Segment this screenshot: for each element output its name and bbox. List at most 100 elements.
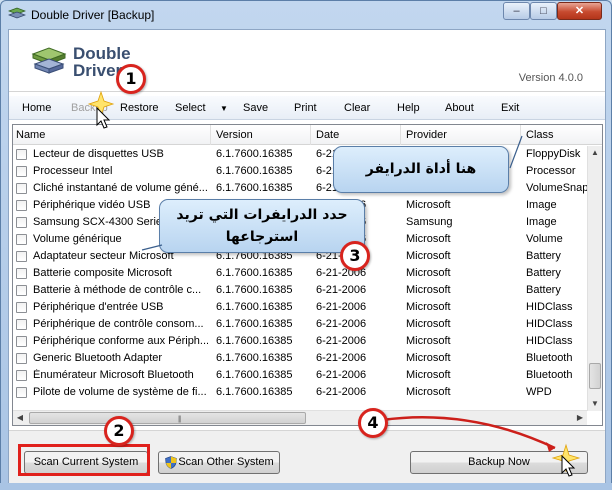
- scroll-right-icon[interactable]: ▶: [573, 411, 587, 425]
- logo-icon: [31, 47, 67, 74]
- row-checkbox[interactable]: [16, 200, 27, 211]
- backup-now-button[interactable]: Backup Now: [410, 451, 588, 474]
- table-row[interactable]: Énumérateur Microsoft Bluetooth 6.1.7600.…: [13, 367, 587, 384]
- callout-select-line2: استرجاعها: [225, 229, 299, 245]
- table-row[interactable]: Batterie composite Microsoft 6.1.7600.163…: [13, 265, 587, 282]
- cell-date: 6-21-2006: [316, 301, 367, 313]
- cell-version: 6.1.7600.16385: [216, 369, 293, 381]
- cell-date: 6-21-2006: [316, 369, 367, 381]
- row-checkbox[interactable]: [16, 302, 27, 313]
- scan-other-system-button[interactable]: Scan Other System: [158, 451, 280, 474]
- cell-provider: Microsoft: [406, 301, 451, 313]
- menu-print[interactable]: Print: [294, 102, 317, 114]
- menu-backup[interactable]: Backup: [71, 102, 108, 114]
- column-divider[interactable]: [310, 125, 311, 145]
- cell-date: 6-21-2006: [316, 352, 367, 364]
- cell-class: Image: [526, 199, 557, 211]
- row-checkbox[interactable]: [16, 251, 27, 262]
- scroll-up-icon[interactable]: ▲: [588, 146, 602, 160]
- row-checkbox[interactable]: [16, 370, 27, 381]
- row-checkbox[interactable]: [16, 336, 27, 347]
- cell-class: VolumeSnapshot: [526, 182, 588, 194]
- table-row[interactable]: Pilote de volume de système de fi... 6.1.…: [13, 384, 587, 401]
- column-divider[interactable]: [520, 125, 521, 145]
- minimize-button[interactable]: –: [503, 2, 530, 20]
- version-label: Version 4.0.0: [518, 72, 583, 84]
- menu-select[interactable]: Select: [175, 102, 206, 114]
- row-checkbox[interactable]: [16, 149, 27, 160]
- column-header-name[interactable]: Name: [16, 129, 45, 141]
- menu-bar: Home Backup Restore Select ▼ Save Print …: [9, 96, 605, 120]
- cell-provider: Microsoft: [406, 199, 451, 211]
- select-dropdown-icon[interactable]: ▼: [220, 104, 228, 113]
- column-header-date[interactable]: Date: [316, 129, 339, 141]
- horizontal-scrollbar[interactable]: ◀ ||| ▶: [13, 410, 587, 425]
- menu-save[interactable]: Save: [243, 102, 268, 114]
- menu-restore[interactable]: Restore: [120, 102, 159, 114]
- cell-name: Énumérateur Microsoft Bluetooth: [33, 369, 194, 381]
- row-checkbox[interactable]: [16, 234, 27, 245]
- row-checkbox[interactable]: [16, 353, 27, 364]
- scroll-down-icon[interactable]: ▼: [588, 397, 602, 411]
- row-checkbox[interactable]: [16, 166, 27, 177]
- step-2-badge: 2: [104, 416, 134, 446]
- cell-name: Périphérique conforme aux Périph...: [33, 335, 208, 347]
- column-divider[interactable]: [400, 125, 401, 145]
- cell-name: Périphérique d'entrée USB: [33, 301, 164, 313]
- row-checkbox[interactable]: [16, 387, 27, 398]
- scroll-left-icon[interactable]: ◀: [13, 411, 27, 425]
- table-row[interactable]: Périphérique conforme aux Périph... 6.1.7…: [13, 333, 587, 350]
- table-row[interactable]: Périphérique de contrôle consom... 6.1.76…: [13, 316, 587, 333]
- menu-clear[interactable]: Clear: [344, 102, 370, 114]
- row-checkbox[interactable]: [16, 183, 27, 194]
- cell-provider: Microsoft: [406, 284, 451, 296]
- cell-class: HIDClass: [526, 318, 573, 330]
- vertical-scroll-thumb[interactable]: [589, 363, 601, 389]
- menu-home[interactable]: Home: [22, 102, 51, 114]
- close-button[interactable]: ✕: [557, 2, 602, 20]
- vertical-scrollbar[interactable]: ▲ ▼: [587, 146, 602, 411]
- app-icon: [8, 7, 26, 19]
- table-row[interactable]: Périphérique d'entrée USB 6.1.7600.16385 6…: [13, 299, 587, 316]
- cell-name: Batterie composite Microsoft: [33, 267, 172, 279]
- driver-list[interactable]: Name Version Date Provider Class Lecteur…: [12, 124, 603, 426]
- menu-help[interactable]: Help: [397, 102, 420, 114]
- cell-name: Processeur Intel: [33, 165, 113, 177]
- cell-class: WPD: [526, 386, 552, 398]
- table-row[interactable]: Generic Bluetooth Adapter 6.1.7600.16385 6…: [13, 350, 587, 367]
- cell-name: Batterie à méthode de contrôle c...: [33, 284, 202, 296]
- menu-exit[interactable]: Exit: [501, 102, 519, 114]
- callout-driver-tool: هنا أداة الدرايفر: [333, 146, 509, 193]
- cell-class: Battery: [526, 267, 561, 279]
- cell-version: 6.1.7600.16385: [216, 284, 293, 296]
- column-header-version[interactable]: Version: [216, 129, 253, 141]
- row-checkbox[interactable]: [16, 319, 27, 330]
- cell-provider: Microsoft: [406, 318, 451, 330]
- logo-text-line2: Driver: [73, 61, 123, 80]
- cell-version: 6.1.7600.16385: [216, 148, 293, 160]
- cell-date: 6-21-2006: [316, 318, 367, 330]
- column-divider[interactable]: [210, 125, 211, 145]
- horizontal-scroll-thumb[interactable]: |||: [29, 412, 306, 424]
- cell-date: 6-21-2006: [316, 386, 367, 398]
- title-bar[interactable]: Double Driver [Backup] – □ ✕: [1, 1, 611, 29]
- callout-select-line1: حدد الدرايفرات التي تريد: [176, 207, 348, 223]
- step-1-badge: 1: [116, 64, 146, 94]
- column-header-class[interactable]: Class: [526, 129, 554, 141]
- menu-about[interactable]: About: [445, 102, 474, 114]
- cell-class: Battery: [526, 284, 561, 296]
- cell-provider: Microsoft: [406, 267, 451, 279]
- table-row[interactable]: Batterie à méthode de contrôle c... 6.1.7…: [13, 282, 587, 299]
- row-checkbox[interactable]: [16, 285, 27, 296]
- highlight-box: [18, 444, 150, 476]
- column-header-provider[interactable]: Provider: [406, 129, 447, 141]
- client-area: Double Driver Version 4.0.0 Home Backup …: [8, 29, 606, 484]
- row-checkbox[interactable]: [16, 268, 27, 279]
- maximize-button[interactable]: □: [530, 2, 557, 20]
- cell-version: 6.1.7600.16385: [216, 318, 293, 330]
- cell-provider: Microsoft: [406, 386, 451, 398]
- row-checkbox[interactable]: [16, 217, 27, 228]
- cell-class: Volume: [526, 233, 563, 245]
- cell-version: 6.1.7600.16385: [216, 301, 293, 313]
- cell-date: 6-21-2006: [316, 335, 367, 347]
